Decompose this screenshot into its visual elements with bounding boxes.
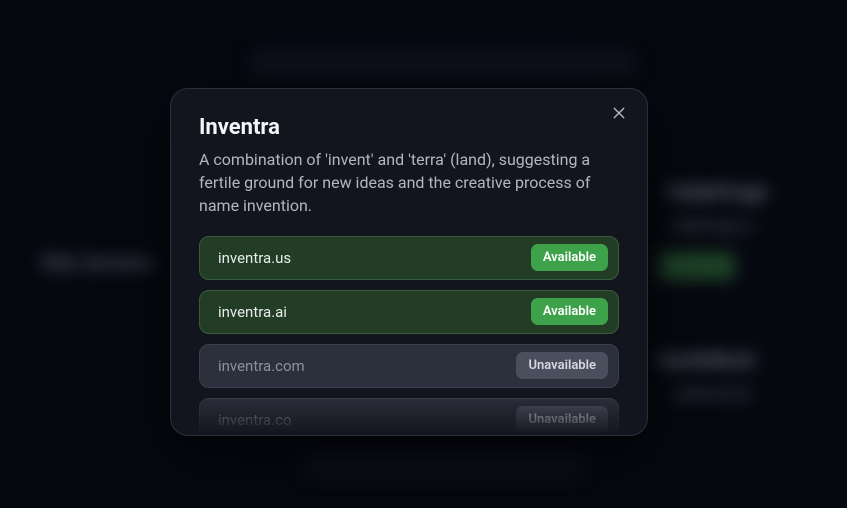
close-button[interactable] (607, 103, 631, 127)
domain-list: inventra.us Available inventra.ai Availa… (199, 236, 619, 436)
bg-card2-title: QuirkWord (659, 348, 754, 372)
modal-description: A combination of 'invent' and 'terra' (l… (199, 148, 619, 218)
bg-card1-badge (659, 252, 735, 280)
status-badge: Available (531, 244, 608, 271)
close-icon (611, 105, 627, 125)
bg-card1-sub: fableforge.ai (672, 218, 752, 234)
domain-row[interactable]: inventra.ai Available (199, 290, 619, 334)
status-badge: Available (531, 298, 608, 325)
domain-name: inventra.com (218, 357, 305, 375)
bg-sidebar-label: filter domains (42, 253, 154, 274)
bg-search-pill (248, 48, 638, 78)
domain-row[interactable]: inventra.us Available (199, 236, 619, 280)
status-badge: Unavailable (516, 352, 608, 379)
bg-card2-sub: quirkword.io (674, 386, 752, 402)
domain-modal: Inventra A combination of 'invent' and '… (170, 88, 648, 436)
domain-row[interactable]: inventra.co Unavailable (199, 398, 619, 436)
bg-bottom-pill (300, 452, 590, 480)
bg-card1-title: FableForge (667, 180, 767, 204)
domain-name: inventra.us (218, 249, 291, 267)
domain-name: inventra.ai (218, 303, 287, 321)
domain-row[interactable]: inventra.com Unavailable (199, 344, 619, 388)
status-badge: Unavailable (516, 406, 608, 433)
modal-title: Inventra (199, 115, 619, 140)
domain-name: inventra.co (218, 411, 292, 429)
